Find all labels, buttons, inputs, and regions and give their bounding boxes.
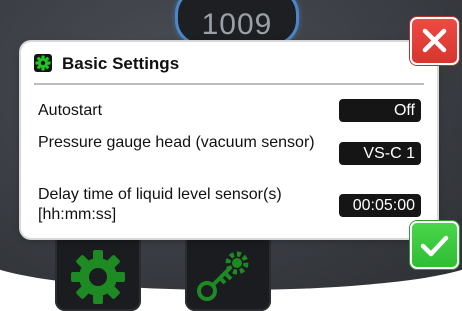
basic-settings-dialog: Basic Settings Autostart Off Pressure ga… [21,42,437,238]
gear-icon [71,250,125,304]
settings-gear-icon [34,54,52,72]
pressure-gauge-head-label: Pressure gauge head (vacuum sensor) [38,134,315,151]
delay-time-label: Delay time of liquid level sensor(s) [hh… [38,186,282,223]
delay-time-value-field[interactable]: 00:05:00 [339,194,421,217]
settings-tile [55,233,141,311]
autostart-value-field[interactable]: Off [339,99,421,122]
pressure-readout-value: 1009 [201,8,273,41]
pressure-readout: 1009 [175,0,299,46]
service-tile [185,233,271,311]
dialog-title: Basic Settings [62,54,180,73]
autostart-label: Autostart [38,102,103,119]
close-button[interactable] [410,17,459,65]
dialog-divider [34,83,424,85]
close-x-icon [422,28,447,53]
device-screen: 1009 Basic Settings Autostart Off Pressu… [0,0,462,311]
confirm-button[interactable] [410,221,459,269]
pressure-gauge-head-value-field[interactable]: VS-C 1 [339,142,421,165]
key-gear-icon [197,251,249,301]
checkmark-icon [420,235,449,257]
